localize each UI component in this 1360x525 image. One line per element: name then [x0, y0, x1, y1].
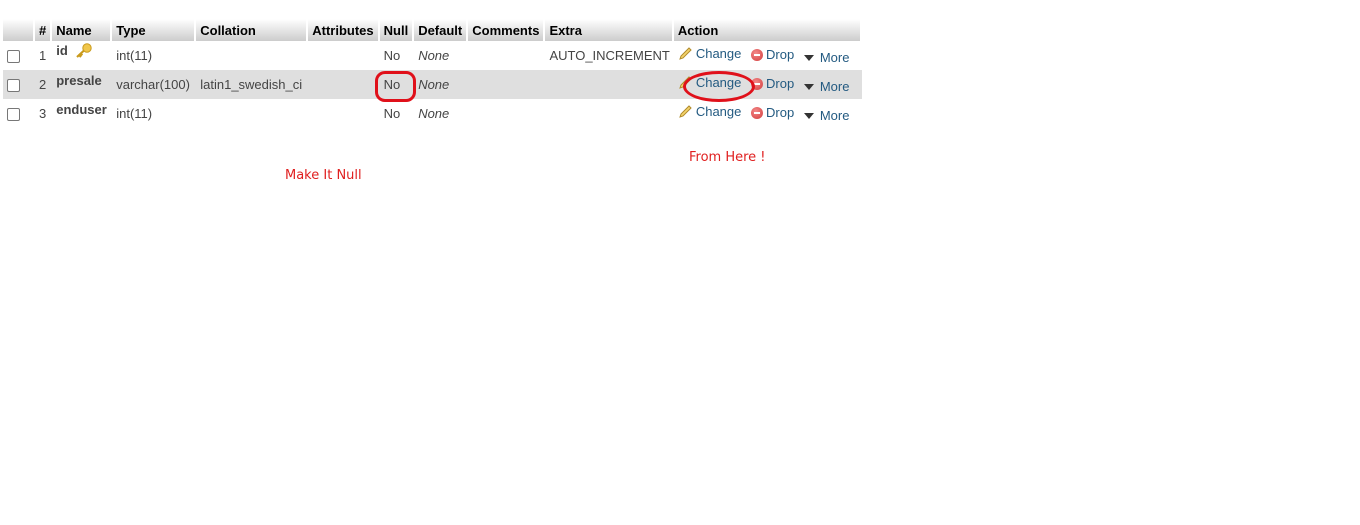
column-extra: AUTO_INCREMENT	[545, 41, 674, 70]
column-null: No	[379, 41, 415, 70]
column-default: None	[414, 99, 469, 128]
drop-label: Drop	[766, 47, 795, 63]
header-select	[3, 19, 35, 41]
column-extra	[545, 70, 674, 99]
change-label: Change	[695, 103, 742, 119]
key-icon	[76, 43, 93, 58]
column-type: varchar(100)	[112, 70, 197, 99]
drop-label: Drop	[766, 105, 795, 121]
more-button[interactable]: More	[803, 50, 850, 66]
column-collation	[196, 41, 309, 70]
column-null: No	[379, 99, 415, 128]
column-collation: latin1_swedish_ci	[196, 70, 309, 99]
header-default[interactable]: Default	[414, 19, 469, 41]
more-label: More	[819, 79, 850, 95]
header-row: # Name Type Collation Attributes Null De…	[3, 19, 862, 41]
row-num: 2	[35, 70, 53, 99]
column-default: None	[414, 70, 469, 99]
drop-icon	[751, 48, 763, 61]
header-name[interactable]: Name	[52, 19, 113, 41]
more-label: More	[819, 50, 850, 66]
more-label: More	[819, 108, 850, 124]
header-action: Action	[673, 19, 862, 41]
table-row: 1 id int(11) No None AUTO_INCREMENT Chan…	[3, 41, 862, 70]
annotation-circle-change	[683, 71, 755, 102]
pencil-icon	[679, 105, 692, 118]
change-label: Change	[695, 45, 742, 61]
header-comments[interactable]: Comments	[468, 19, 546, 41]
header-extra[interactable]: Extra	[545, 19, 674, 41]
caret-down-icon	[803, 54, 814, 61]
annotation-circle-null	[375, 71, 416, 102]
table-row: 3 enduser int(11) No None Change Drop Mo…	[3, 99, 862, 128]
row-num: 1	[35, 41, 53, 70]
column-collation	[196, 99, 309, 128]
row-num: 3	[35, 99, 53, 128]
pencil-icon	[679, 47, 692, 60]
column-comments	[468, 41, 546, 70]
header-collation[interactable]: Collation	[196, 19, 309, 41]
drop-button[interactable]: Drop	[751, 105, 794, 120]
drop-label: Drop	[766, 76, 795, 92]
column-attributes	[308, 99, 380, 128]
annotation-from-here: From Here !	[689, 150, 766, 165]
column-extra	[545, 99, 674, 128]
change-button[interactable]: Change	[678, 45, 742, 61]
more-button[interactable]: More	[803, 79, 850, 95]
change-button[interactable]: Change	[678, 103, 742, 119]
column-name: presale	[56, 73, 102, 88]
more-button[interactable]: More	[803, 108, 850, 124]
column-name: enduser	[56, 102, 107, 117]
caret-down-icon	[803, 83, 814, 90]
annotation-make-null: Make It Null	[285, 168, 362, 183]
header-attributes[interactable]: Attributes	[308, 19, 380, 41]
row-checkbox[interactable]	[7, 50, 20, 64]
drop-icon	[751, 106, 763, 119]
row-checkbox[interactable]	[7, 79, 20, 93]
drop-button[interactable]: Drop	[751, 47, 794, 62]
caret-down-icon	[803, 112, 814, 119]
column-comments	[468, 70, 546, 99]
column-attributes	[308, 70, 380, 99]
header-type[interactable]: Type	[112, 19, 197, 41]
column-attributes	[308, 41, 380, 70]
header-null[interactable]: Null	[379, 19, 415, 41]
column-type: int(11)	[112, 41, 197, 70]
row-checkbox[interactable]	[7, 108, 20, 122]
column-default: None	[414, 41, 469, 70]
column-name: id	[56, 43, 68, 59]
drop-button[interactable]: Drop	[751, 76, 794, 91]
header-num[interactable]: #	[35, 19, 53, 41]
column-comments	[468, 99, 546, 128]
column-type: int(11)	[112, 99, 197, 128]
